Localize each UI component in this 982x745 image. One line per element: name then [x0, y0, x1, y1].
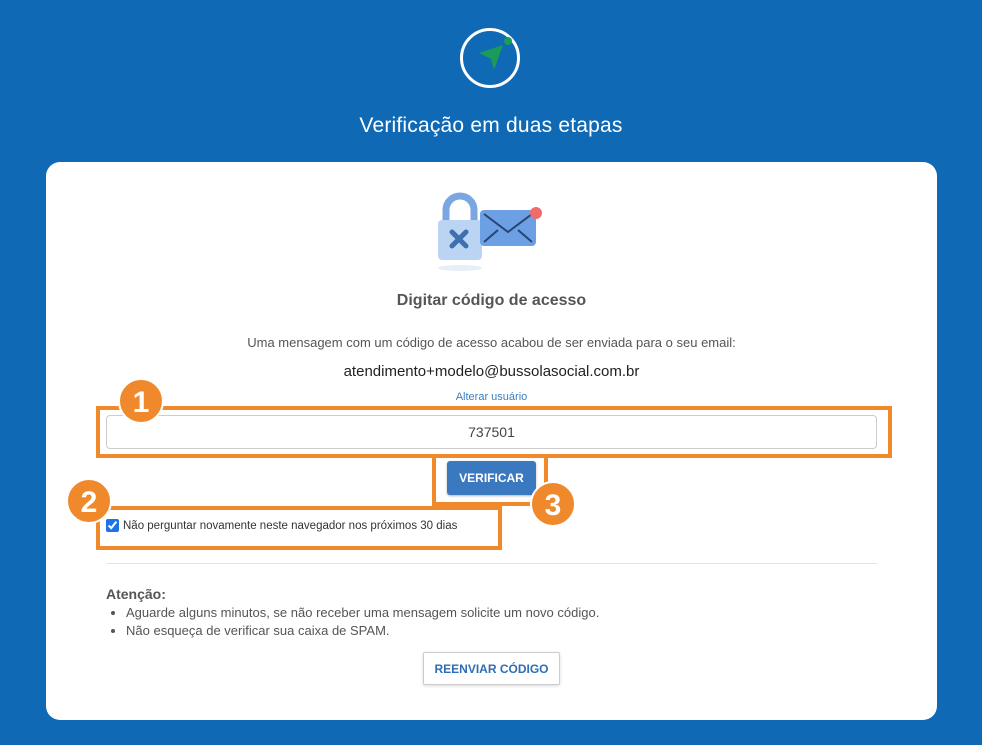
change-user-link[interactable]: Alterar usuário — [46, 391, 937, 403]
verify-button[interactable]: VERIFICAR — [447, 461, 536, 495]
remember-checkbox[interactable] — [106, 519, 119, 532]
attention-item: Não esqueça de verificar sua caixa de SP… — [126, 622, 599, 640]
annotation-badge-1: 1 — [118, 378, 164, 424]
email-address: atendimento+modelo@bussolasocial.com.br — [343, 363, 640, 380]
access-code-input[interactable] — [106, 415, 877, 449]
annotation-badge-3: 3 — [530, 481, 576, 527]
remember-browser-option[interactable]: Não perguntar novamente neste navegador … — [106, 519, 457, 532]
card-title: Digitar código de acesso — [396, 292, 587, 309]
verification-card: Digitar código de acesso Uma mensagem co… — [46, 162, 937, 720]
attention-list: Aguarde alguns minutos, se não receber u… — [106, 604, 599, 640]
remember-label: Não perguntar novamente neste navegador … — [123, 519, 458, 532]
instruction-message: Uma mensagem com um código de acesso aca… — [247, 335, 736, 350]
attention-item: Aguarde alguns minutos, se não receber u… — [126, 604, 599, 622]
logo-icon — [460, 28, 520, 88]
attention-heading: Atenção: — [106, 586, 166, 602]
resend-code-button[interactable]: REENVIAR CÓDIGO — [423, 652, 560, 685]
lock-and-envelope-icon — [436, 188, 556, 283]
annotation-badge-2: 2 — [66, 478, 112, 524]
divider — [106, 563, 877, 564]
page-title: Verificação em duas etapas — [359, 114, 623, 137]
